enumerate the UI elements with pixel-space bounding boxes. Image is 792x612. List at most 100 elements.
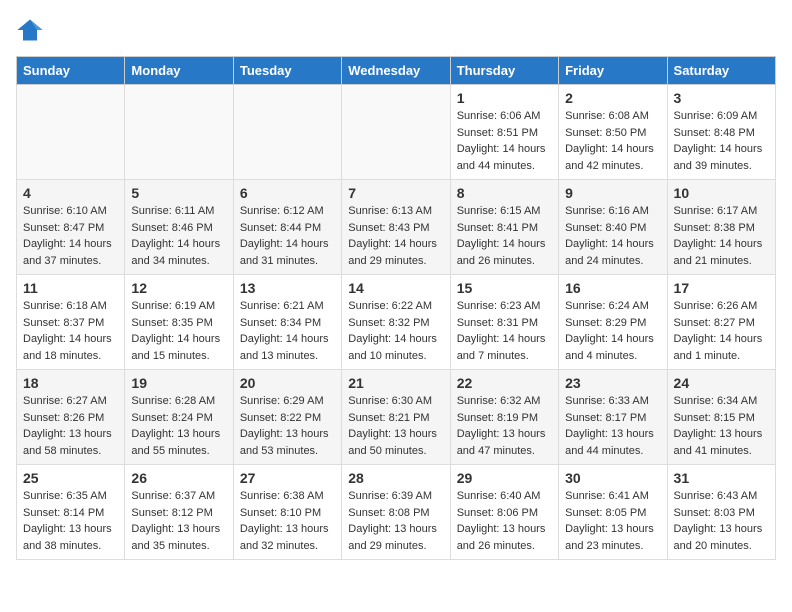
calendar-cell — [17, 85, 125, 180]
day-number: 19 — [131, 375, 226, 391]
day-info: Sunrise: 6:24 AM Sunset: 8:29 PM Dayligh… — [565, 298, 660, 364]
day-number: 4 — [23, 185, 118, 201]
day-info: Sunrise: 6:08 AM Sunset: 8:50 PM Dayligh… — [565, 108, 660, 174]
day-info: Sunrise: 6:13 AM Sunset: 8:43 PM Dayligh… — [348, 203, 443, 269]
day-info: Sunrise: 6:12 AM Sunset: 8:44 PM Dayligh… — [240, 203, 335, 269]
day-info: Sunrise: 6:28 AM Sunset: 8:24 PM Dayligh… — [131, 393, 226, 459]
column-header-tuesday: Tuesday — [233, 57, 341, 85]
calendar-cell: 8 Sunrise: 6:15 AM Sunset: 8:41 PM Daylig… — [450, 180, 558, 275]
day-number: 25 — [23, 470, 118, 486]
day-info: Sunrise: 6:37 AM Sunset: 8:12 PM Dayligh… — [131, 488, 226, 554]
day-number: 5 — [131, 185, 226, 201]
calendar-cell: 22 Sunrise: 6:32 AM Sunset: 8:19 PM Dayli… — [450, 370, 558, 465]
day-info: Sunrise: 6:23 AM Sunset: 8:31 PM Dayligh… — [457, 298, 552, 364]
day-number: 9 — [565, 185, 660, 201]
calendar-cell: 12 Sunrise: 6:19 AM Sunset: 8:35 PM Dayli… — [125, 275, 233, 370]
day-number: 6 — [240, 185, 335, 201]
day-number: 18 — [23, 375, 118, 391]
day-number: 23 — [565, 375, 660, 391]
day-info: Sunrise: 6:34 AM Sunset: 8:15 PM Dayligh… — [674, 393, 769, 459]
day-info: Sunrise: 6:18 AM Sunset: 8:37 PM Dayligh… — [23, 298, 118, 364]
day-info: Sunrise: 6:06 AM Sunset: 8:51 PM Dayligh… — [457, 108, 552, 174]
week-row-1: 1 Sunrise: 6:06 AM Sunset: 8:51 PM Daylig… — [17, 85, 776, 180]
calendar-cell: 4 Sunrise: 6:10 AM Sunset: 8:47 PM Daylig… — [17, 180, 125, 275]
calendar-cell: 30 Sunrise: 6:41 AM Sunset: 8:05 PM Dayli… — [559, 465, 667, 560]
calendar-cell — [342, 85, 450, 180]
day-number: 14 — [348, 280, 443, 296]
day-info: Sunrise: 6:11 AM Sunset: 8:46 PM Dayligh… — [131, 203, 226, 269]
day-number: 16 — [565, 280, 660, 296]
calendar-cell: 27 Sunrise: 6:38 AM Sunset: 8:10 PM Dayli… — [233, 465, 341, 560]
column-header-wednesday: Wednesday — [342, 57, 450, 85]
day-number: 30 — [565, 470, 660, 486]
column-header-monday: Monday — [125, 57, 233, 85]
calendar-cell: 21Sunrise: 6:30 AM Sunset: 8:21 PM Dayli… — [342, 370, 450, 465]
day-number: 21 — [348, 375, 443, 391]
calendar-cell: 25 Sunrise: 6:35 AM Sunset: 8:14 PM Dayli… — [17, 465, 125, 560]
logo — [16, 16, 48, 44]
calendar-cell: 2 Sunrise: 6:08 AM Sunset: 8:50 PM Daylig… — [559, 85, 667, 180]
calendar-cell: 24 Sunrise: 6:34 AM Sunset: 8:15 PM Dayli… — [667, 370, 775, 465]
calendar-cell: 23Sunrise: 6:33 AM Sunset: 8:17 PM Dayli… — [559, 370, 667, 465]
day-info: Sunrise: 6:41 AM Sunset: 8:05 PM Dayligh… — [565, 488, 660, 554]
calendar-cell: 10 Sunrise: 6:17 AM Sunset: 8:38 PM Dayli… — [667, 180, 775, 275]
day-number: 24 — [674, 375, 769, 391]
calendar-cell: 5 Sunrise: 6:11 AM Sunset: 8:46 PM Daylig… — [125, 180, 233, 275]
day-number: 11 — [23, 280, 118, 296]
calendar-cell: 6 Sunrise: 6:12 AM Sunset: 8:44 PM Daylig… — [233, 180, 341, 275]
calendar-cell: 31 Sunrise: 6:43 AM Sunset: 8:03 PM Dayli… — [667, 465, 775, 560]
day-number: 26 — [131, 470, 226, 486]
column-header-thursday: Thursday — [450, 57, 558, 85]
calendar-table: SundayMondayTuesdayWednesdayThursdayFrid… — [16, 56, 776, 560]
column-header-sunday: Sunday — [17, 57, 125, 85]
calendar-cell: 3Sunrise: 6:09 AM Sunset: 8:48 PM Daylig… — [667, 85, 775, 180]
day-info: Sunrise: 6:40 AM Sunset: 8:06 PM Dayligh… — [457, 488, 552, 554]
calendar-cell: 9 Sunrise: 6:16 AM Sunset: 8:40 PM Daylig… — [559, 180, 667, 275]
calendar-cell: 26 Sunrise: 6:37 AM Sunset: 8:12 PM Dayli… — [125, 465, 233, 560]
column-header-friday: Friday — [559, 57, 667, 85]
day-number: 10 — [674, 185, 769, 201]
day-info: Sunrise: 6:21 AM Sunset: 8:34 PM Dayligh… — [240, 298, 335, 364]
header-row: SundayMondayTuesdayWednesdayThursdayFrid… — [17, 57, 776, 85]
calendar-cell: 18 Sunrise: 6:27 AM Sunset: 8:26 PM Dayli… — [17, 370, 125, 465]
day-number: 20 — [240, 375, 335, 391]
day-info: Sunrise: 6:10 AM Sunset: 8:47 PM Dayligh… — [23, 203, 118, 269]
day-info: Sunrise: 6:39 AM Sunset: 8:08 PM Dayligh… — [348, 488, 443, 554]
day-info: Sunrise: 6:09 AM Sunset: 8:48 PM Dayligh… — [674, 108, 769, 174]
calendar-cell: 16 Sunrise: 6:24 AM Sunset: 8:29 PM Dayli… — [559, 275, 667, 370]
day-info: Sunrise: 6:17 AM Sunset: 8:38 PM Dayligh… — [674, 203, 769, 269]
week-row-3: 11 Sunrise: 6:18 AM Sunset: 8:37 PM Dayli… — [17, 275, 776, 370]
calendar-cell: 14 Sunrise: 6:22 AM Sunset: 8:32 PM Dayli… — [342, 275, 450, 370]
calendar-cell: 20 Sunrise: 6:29 AM Sunset: 8:22 PM Dayli… — [233, 370, 341, 465]
day-number: 2 — [565, 90, 660, 106]
day-info: Sunrise: 6:35 AM Sunset: 8:14 PM Dayligh… — [23, 488, 118, 554]
week-row-4: 18 Sunrise: 6:27 AM Sunset: 8:26 PM Dayli… — [17, 370, 776, 465]
day-info: Sunrise: 6:43 AM Sunset: 8:03 PM Dayligh… — [674, 488, 769, 554]
day-number: 29 — [457, 470, 552, 486]
page-header — [16, 16, 776, 44]
day-number: 12 — [131, 280, 226, 296]
day-info: Sunrise: 6:29 AM Sunset: 8:22 PM Dayligh… — [240, 393, 335, 459]
week-row-5: 25 Sunrise: 6:35 AM Sunset: 8:14 PM Dayli… — [17, 465, 776, 560]
day-number: 31 — [674, 470, 769, 486]
day-number: 13 — [240, 280, 335, 296]
calendar-cell — [125, 85, 233, 180]
day-info: Sunrise: 6:15 AM Sunset: 8:41 PM Dayligh… — [457, 203, 552, 269]
day-info: Sunrise: 6:26 AM Sunset: 8:27 PM Dayligh… — [674, 298, 769, 364]
day-info: Sunrise: 6:19 AM Sunset: 8:35 PM Dayligh… — [131, 298, 226, 364]
day-number: 27 — [240, 470, 335, 486]
day-info: Sunrise: 6:16 AM Sunset: 8:40 PM Dayligh… — [565, 203, 660, 269]
day-info: Sunrise: 6:32 AM Sunset: 8:19 PM Dayligh… — [457, 393, 552, 459]
day-info: Sunrise: 6:27 AM Sunset: 8:26 PM Dayligh… — [23, 393, 118, 459]
calendar-cell: 1 Sunrise: 6:06 AM Sunset: 8:51 PM Daylig… — [450, 85, 558, 180]
day-number: 28 — [348, 470, 443, 486]
day-info: Sunrise: 6:22 AM Sunset: 8:32 PM Dayligh… — [348, 298, 443, 364]
day-number: 8 — [457, 185, 552, 201]
day-number: 22 — [457, 375, 552, 391]
day-info: Sunrise: 6:38 AM Sunset: 8:10 PM Dayligh… — [240, 488, 335, 554]
calendar-cell: 11 Sunrise: 6:18 AM Sunset: 8:37 PM Dayli… — [17, 275, 125, 370]
day-number: 17 — [674, 280, 769, 296]
calendar-cell: 13 Sunrise: 6:21 AM Sunset: 8:34 PM Dayli… — [233, 275, 341, 370]
day-number: 1 — [457, 90, 552, 106]
calendar-cell: 29 Sunrise: 6:40 AM Sunset: 8:06 PM Dayli… — [450, 465, 558, 560]
